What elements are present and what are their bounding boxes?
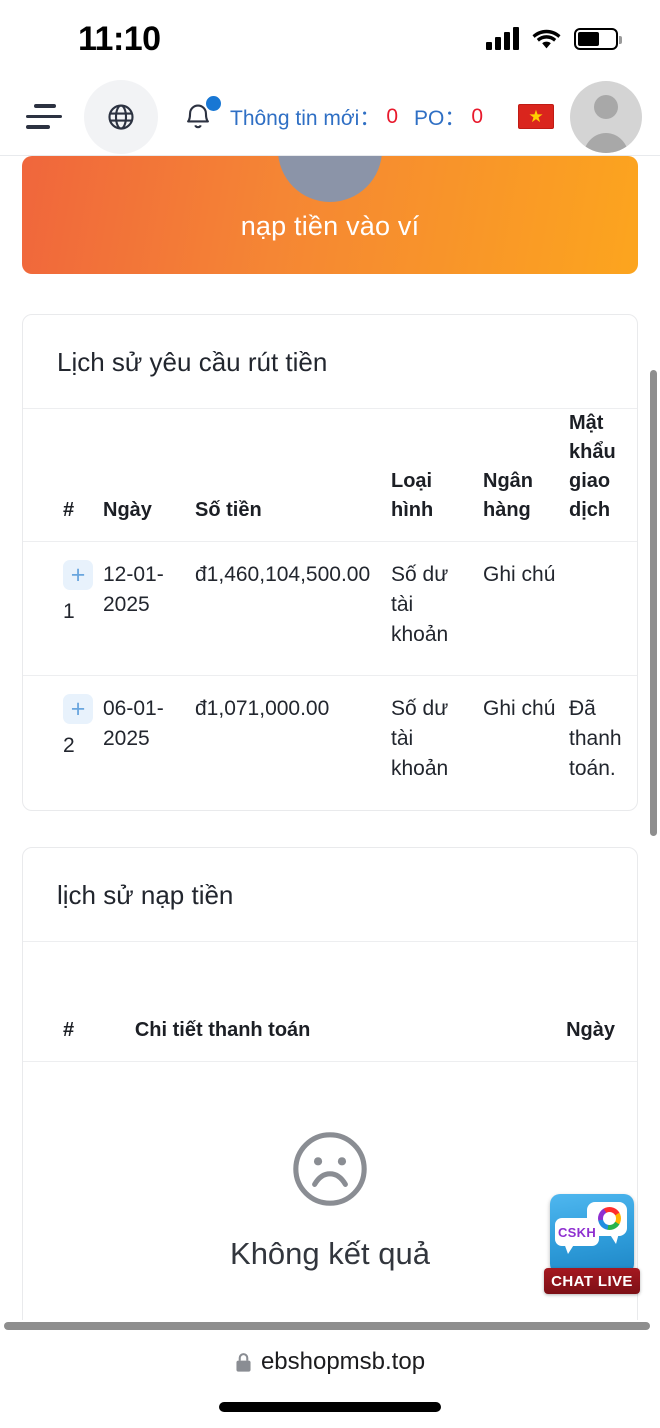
phone-screen: 11:10 Thông tin mới： 0 PO： 0 ★ nạp tiền … [0,0,660,1428]
th-detail: Chi tiết thanh toán [128,941,479,1062]
withdraw-table: # Ngày Số tiền Loại hình Ngân hàng Mật k… [23,409,637,810]
lock-icon [236,1352,251,1372]
po-count: 0 [471,104,484,128]
row-index: 2 [63,734,75,758]
th-amount: Số tiền [189,409,385,542]
user-avatar-icon[interactable] [570,80,642,153]
avatar-head [594,94,618,119]
new-info-count: 0 [386,104,399,128]
th-date: Ngày [478,941,637,1062]
home-indicator [219,1402,441,1412]
vietnam-flag-icon[interactable]: ★ [518,104,554,129]
cskh-bubble-icon: CSKH [555,1218,599,1254]
url-bar[interactable]: ebshopmsb.top [235,1348,425,1376]
cell-date: 06-01-2025 [103,697,164,751]
chat-widget-background: CSKH [550,1194,634,1274]
row-index: 1 [63,600,75,623]
chat-live-widget[interactable]: CSKH CHAT LIVE [544,1194,640,1294]
cell-index: + 1 [23,541,97,677]
cell-amount: đ1,071,000.00 [195,697,330,721]
avatar-body [583,132,629,153]
page-horizontal-scrollbar-track [0,1320,660,1332]
status-time: 11:10 [78,19,161,58]
banner-label: nạp tiền vào ví [240,210,420,241]
cell-date: 12-01-2025 [97,541,189,677]
globe-icon[interactable] [84,79,158,154]
notification-badge [206,95,221,111]
withdraw-card-title: Lịch sử yêu cầu rút tiền [57,347,328,377]
app-header: Thông tin mới： 0 PO： 0 ★ [0,78,660,156]
status-icons [486,27,622,50]
chat-live-ribbon[interactable]: CHAT LIVE [544,1268,640,1294]
flag-star: ★ [528,107,544,126]
withdraw-table-body: + 1 12-01-2025 đ1,460,104,500.00 Số dư t… [23,541,637,810]
table-header-row: # Ngày Số tiền Loại hình Ngân hàng Mật k… [23,409,637,542]
th-index: # [23,941,129,1062]
plus-icon[interactable]: + [63,694,93,725]
signal-bars-icon [486,27,519,50]
color-ring-icon [598,1207,621,1230]
deposit-wallet-banner[interactable]: nạp tiền vào ví [22,156,638,274]
deposit-table: # Chi tiết thanh toán Ngày [23,941,637,1062]
cskh-label: CSKH [557,1224,597,1240]
table-row[interactable]: + 1 12-01-2025 đ1,460,104,500.00 Số dư t… [23,541,637,677]
deposit-table-head: # Chi tiết thanh toán Ngày [23,941,637,1062]
deposit-card-title: lịch sử nạp tiền [57,879,234,910]
th-date: Ngày [97,409,189,542]
sad-face-icon [293,1132,367,1206]
th-bank: Ngân hàng [477,409,563,542]
cell-type: Số dư tài khoản [391,697,449,781]
plus-icon[interactable]: + [63,560,93,590]
table-header-row: # Chi tiết thanh toán Ngày [23,941,637,1062]
th-type: Loại hình [385,409,477,542]
header-info[interactable]: Thông tin mới： 0 PO： 0 [230,102,500,132]
page-content: nạp tiền vào ví Lịch sử yêu cầu rút tiền… [0,156,660,1332]
battery-icon [574,28,622,50]
table-vertical-scrollbar[interactable] [650,370,657,836]
deposit-card-header: lịch sử nạp tiền [23,848,637,942]
wifi-icon [532,29,561,49]
withdraw-table-head: # Ngày Số tiền Loại hình Ngân hàng Mật k… [23,409,637,542]
page-horizontal-scrollbar-thumb[interactable] [4,1322,650,1330]
withdraw-card-header: Lịch sử yêu cầu rút tiền [23,315,637,409]
banner-circle-decor [278,156,382,202]
cell-type: Số dư tài khoản [385,541,477,677]
hamburger-menu-icon[interactable] [20,95,68,139]
cell-amount: đ1,460,104,500.00 [189,541,385,677]
table-row[interactable]: + 2 06-01-2025 đ1,071,000.00 Số dư tài k… [23,676,637,810]
url-text: ebshopmsb.top [260,1348,426,1375]
empty-state-text: Không kết quả [230,1235,430,1271]
withdraw-history-card: Lịch sử yêu cầu rút tiền # Ngày Số tiền … [22,314,638,811]
status-bar: 11:10 [0,0,660,78]
cell-password: Đã thanh toán. [569,697,622,781]
browser-bottom-bar: ebshopmsb.top [0,1332,660,1428]
chat-live-label: CHAT LIVE [551,1272,633,1290]
cell-index: + 2 [23,676,97,810]
th-password: Mật khẩu giao dịch [563,409,637,542]
cell-bank: Ghi chú [477,541,563,677]
withdraw-table-wrapper[interactable]: # Ngày Số tiền Loại hình Ngân hàng Mật k… [23,409,637,810]
bell-icon[interactable] [180,95,221,137]
th-index: # [23,409,97,542]
new-info-label: Thông tin mới： [230,106,381,130]
po-label: PO： [414,106,466,130]
cell-bank: Ghi chú [483,697,556,721]
cell-password [563,541,637,677]
